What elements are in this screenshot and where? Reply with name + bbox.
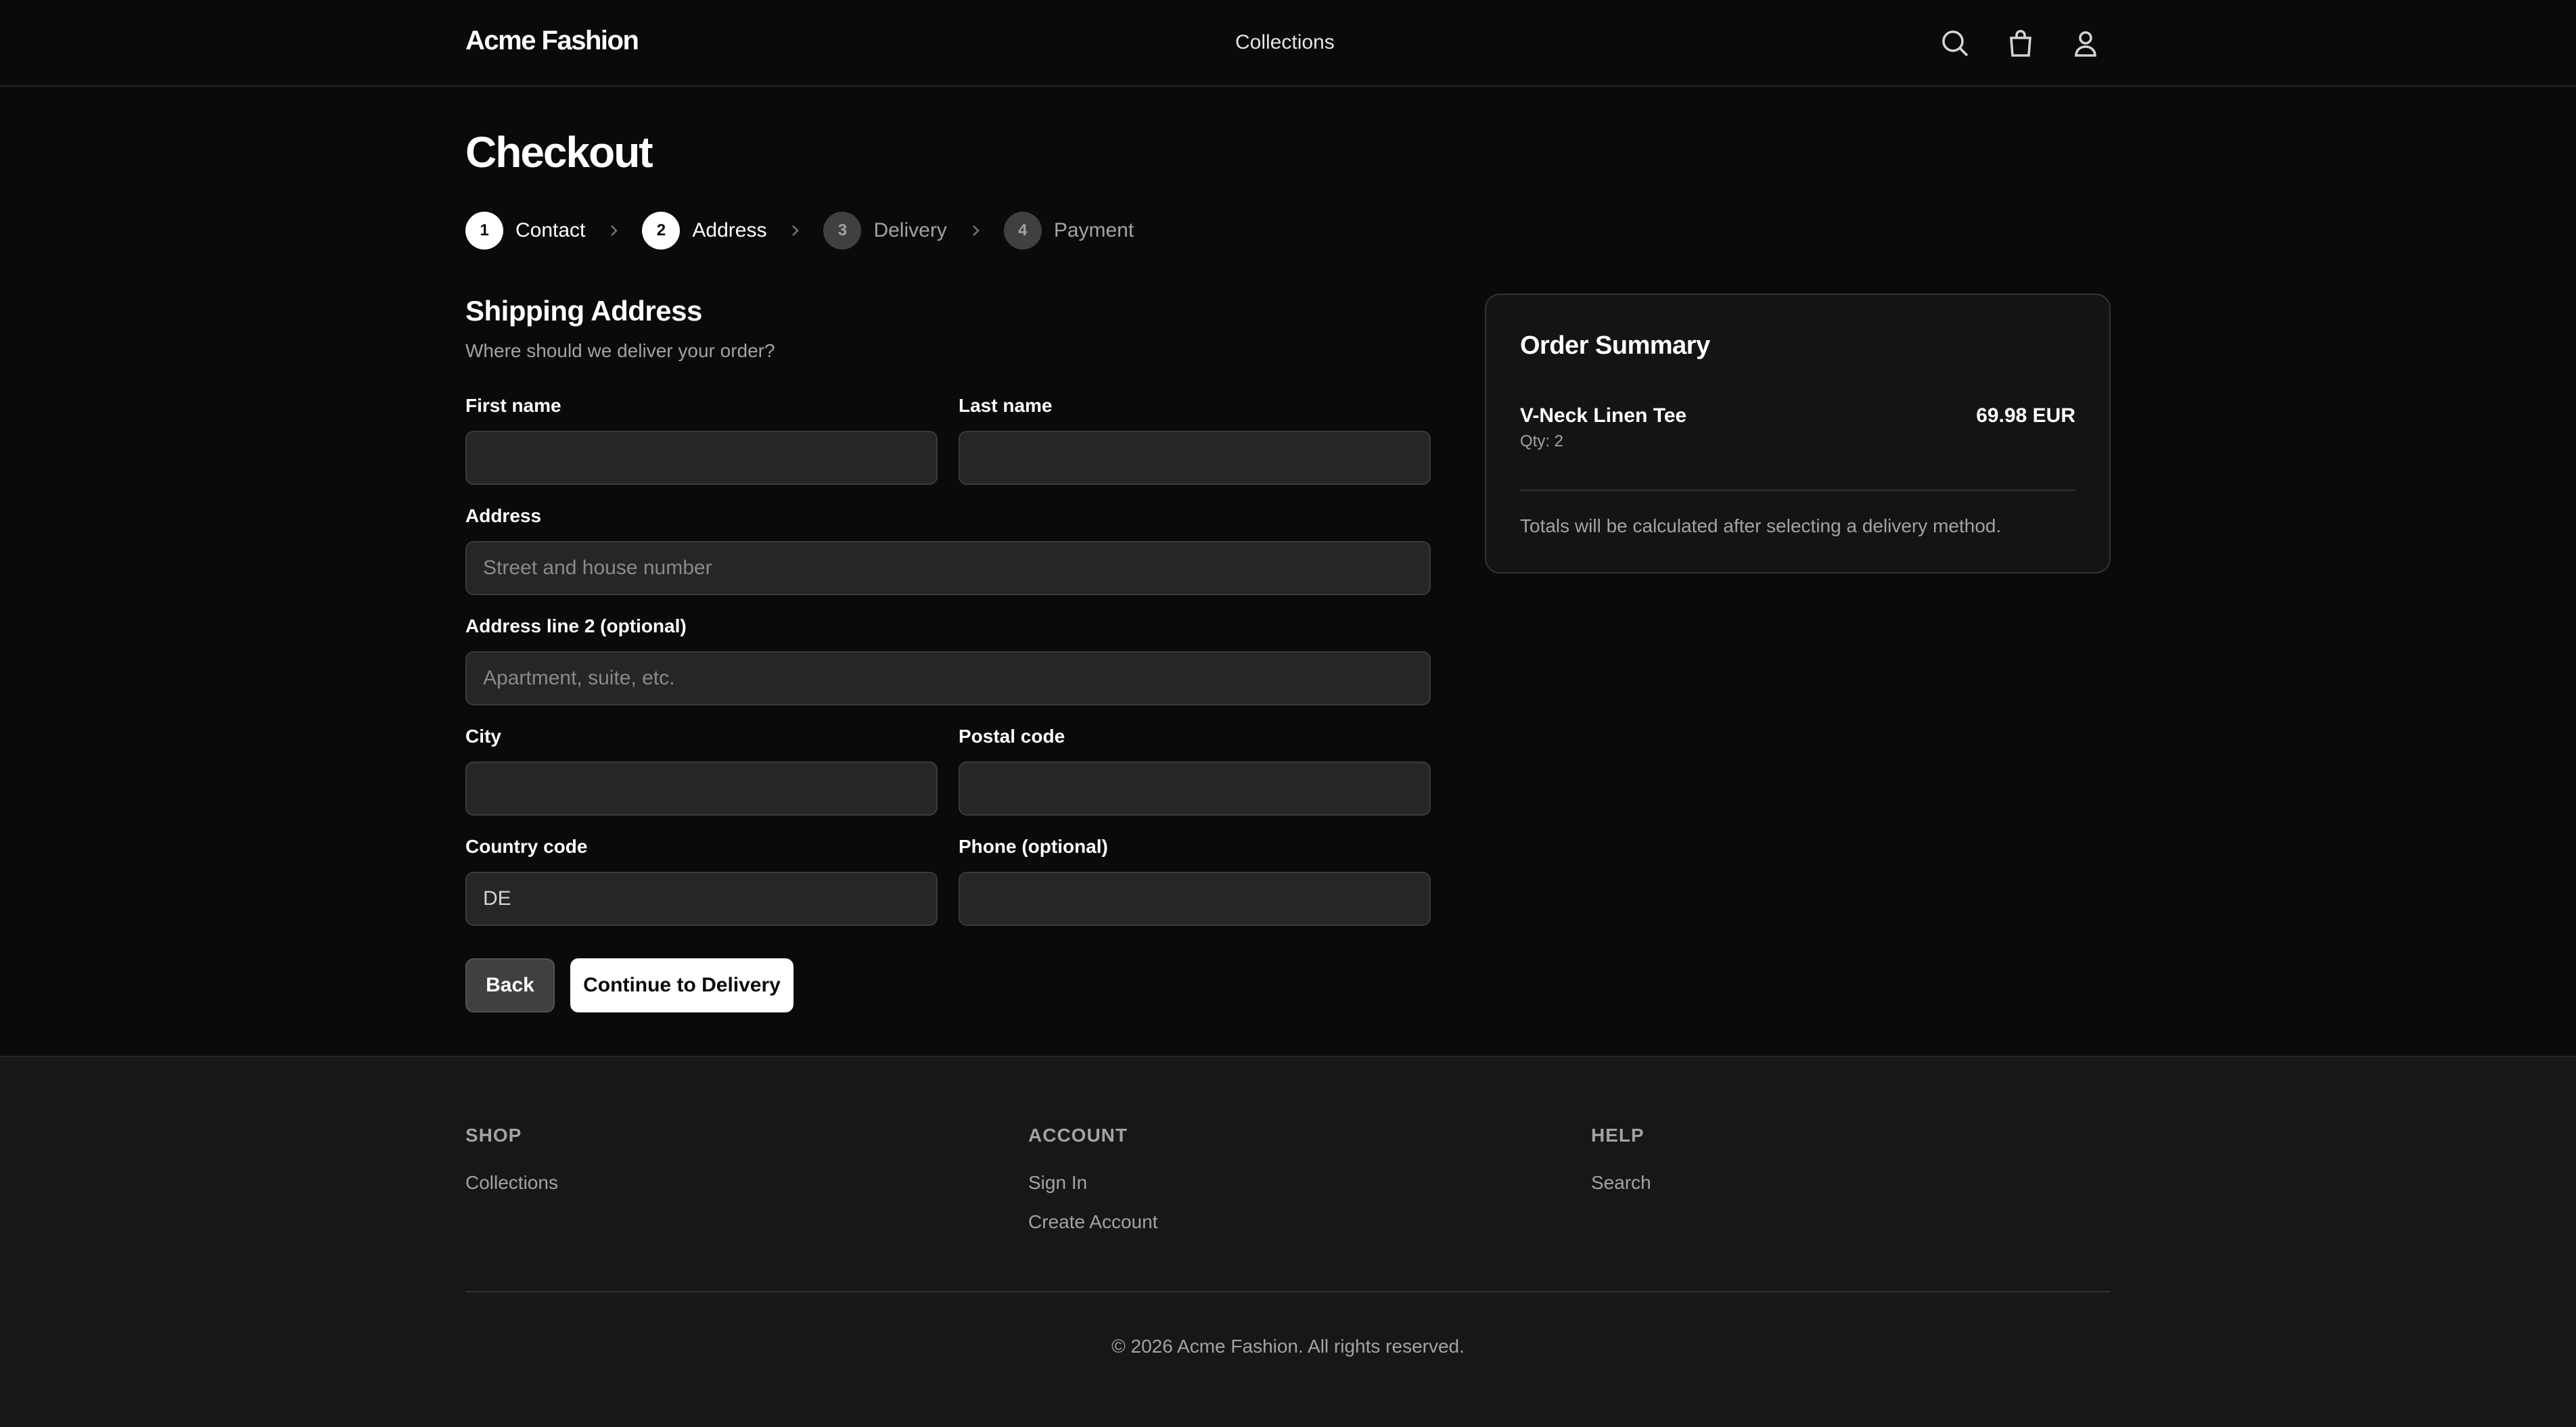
section-title: Shipping Address xyxy=(465,295,702,327)
step-label: Delivery xyxy=(873,219,947,241)
summary-title: Order Summary xyxy=(1520,331,1710,360)
section-subtitle: Where should we deliver your order? xyxy=(465,340,775,361)
page-title: Checkout xyxy=(465,128,653,177)
copyright: © 2026 Acme Fashion. All rights reserved… xyxy=(1111,1336,1465,1357)
divider xyxy=(1520,490,2075,491)
line-item-qty: Qty: 2 xyxy=(1520,432,1564,450)
continue-to-delivery-button[interactable]: Continue to Delivery xyxy=(570,958,794,1012)
step-label: Contact xyxy=(515,219,586,241)
shopping-bag-icon[interactable] xyxy=(2004,27,2037,60)
address-input[interactable] xyxy=(465,541,1431,595)
country-code-label: Country code xyxy=(465,836,588,857)
footer-column-shop: SHOP Collections xyxy=(465,1125,558,1194)
address-line-2-input[interactable] xyxy=(465,651,1431,705)
user-icon[interactable] xyxy=(2069,27,2102,60)
footer-link-sign-in[interactable]: Sign In xyxy=(1028,1172,1157,1194)
search-icon[interactable] xyxy=(1939,27,1971,60)
footer-column-title: ACCOUNT xyxy=(1028,1125,1128,1146)
line-item-price: 69.98 EUR xyxy=(1976,404,2075,427)
site-footer: SHOP Collections ACCOUNT Sign In Create … xyxy=(0,1056,2576,1427)
site-header: Acme Fashion Collections xyxy=(0,0,2576,87)
address-label: Address xyxy=(465,505,542,526)
postal-code-input[interactable] xyxy=(959,762,1431,816)
chevron-right-icon xyxy=(787,223,803,239)
last-name-label: Last name xyxy=(959,395,1053,416)
city-input[interactable] xyxy=(465,762,938,816)
city-label: City xyxy=(465,726,501,747)
summary-note: Totals will be calculated after selectin… xyxy=(1520,515,2002,536)
step-label: Address xyxy=(692,219,767,241)
footer-column-title: SHOP xyxy=(465,1125,522,1146)
chevron-right-icon xyxy=(605,223,622,239)
step-contact[interactable]: 1 Contact xyxy=(465,212,585,250)
country-code-input[interactable] xyxy=(465,872,938,926)
chevron-right-icon xyxy=(967,223,984,239)
order-summary: Order Summary V-Neck Linen Tee Qty: 2 69… xyxy=(1485,294,2111,574)
step-number: 3 xyxy=(823,212,862,250)
phone-input[interactable] xyxy=(959,872,1431,926)
step-address[interactable]: 2 Address xyxy=(642,212,766,250)
step-number: 2 xyxy=(642,212,681,250)
line-item-name: V-Neck Linen Tee xyxy=(1520,404,1687,427)
footer-column-help: HELP Search xyxy=(1591,1125,1651,1194)
first-name-label: First name xyxy=(465,395,561,416)
first-name-input[interactable] xyxy=(465,431,938,485)
logo[interactable]: Acme Fashion xyxy=(465,26,639,56)
step-label: Payment xyxy=(1053,219,1134,241)
footer-column-title: HELP xyxy=(1591,1125,1644,1146)
footer-link-collections[interactable]: Collections xyxy=(465,1172,558,1194)
step-number: 4 xyxy=(1003,212,1042,250)
step-delivery: 3 Delivery xyxy=(823,212,947,250)
address-line-2-label: Address line 2 (optional) xyxy=(465,615,687,636)
phone-label: Phone (optional) xyxy=(959,836,1108,857)
step-number: 1 xyxy=(465,212,503,250)
last-name-input[interactable] xyxy=(959,431,1431,485)
postal-code-label: Postal code xyxy=(959,726,1065,747)
nav-link-collections[interactable]: Collections xyxy=(1235,31,1335,54)
footer-column-account: ACCOUNT Sign In Create Account xyxy=(1028,1125,1157,1233)
checkout-stepper: 1 Contact 2 Address 3 Delivery 4 Payment xyxy=(465,212,1134,250)
back-button[interactable]: Back xyxy=(465,958,555,1012)
footer-link-search[interactable]: Search xyxy=(1591,1172,1651,1194)
step-payment: 4 Payment xyxy=(1003,212,1134,250)
divider xyxy=(465,1291,2111,1292)
footer-link-create-account[interactable]: Create Account xyxy=(1028,1211,1157,1233)
